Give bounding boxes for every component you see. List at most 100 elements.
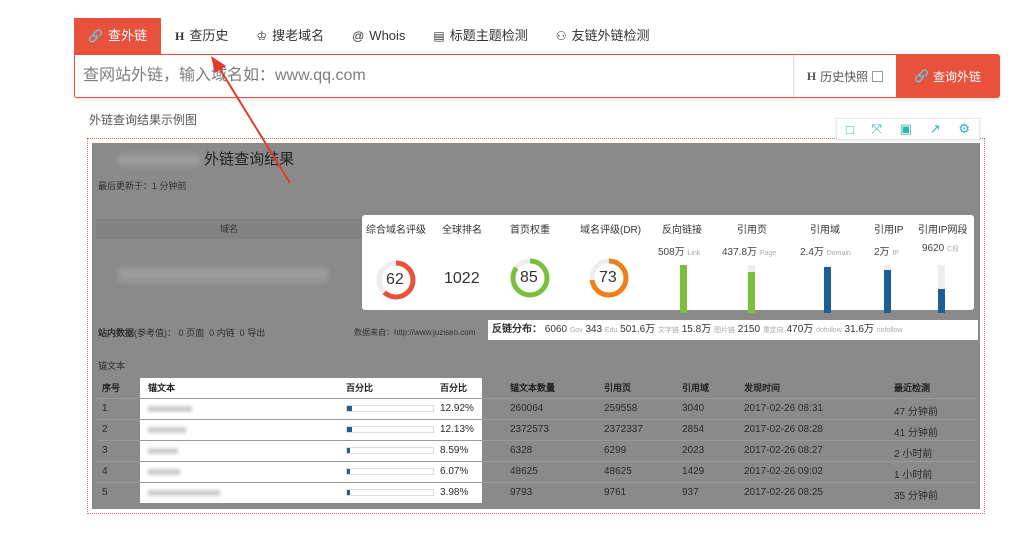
result-title: 外链查询结果 — [118, 148, 294, 169]
metric-bar-fill — [824, 267, 831, 313]
tab-old-domains[interactable]: ♔ 搜老域名 — [242, 18, 338, 54]
search-bar: H 历史快照 🔗 查询外链 — [74, 54, 1000, 98]
history-icon: H — [806, 68, 817, 83]
tab-label: 搜老域名 — [272, 28, 325, 43]
table-cell: 8.59% — [440, 445, 469, 456]
table-cell: 6299 — [604, 445, 627, 456]
percent-bar-fill — [347, 448, 351, 453]
table-cell: 41 分钟前 — [894, 428, 938, 439]
table-cell: 6.07% — [440, 466, 469, 477]
blurred-anchor-text — [148, 427, 186, 433]
percent-bar-fill — [347, 490, 350, 495]
table-cell: 260064 — [510, 403, 544, 414]
blurred-domain — [118, 268, 328, 282]
table-cell: 2017-02-26 08:25 — [744, 487, 823, 498]
percent-bar — [346, 468, 434, 475]
table-cell: 9761 — [604, 487, 627, 498]
column-header: 锚文本数量 — [510, 383, 556, 393]
ref-ips-value: 2万 IP — [874, 247, 899, 258]
table-cell: 2 — [102, 424, 108, 435]
blurred-anchor-text — [148, 490, 220, 496]
search-input[interactable] — [75, 55, 793, 97]
row-divider — [96, 440, 976, 441]
history-snapshot-checkbox[interactable] — [872, 70, 884, 82]
history-snapshot-toggle[interactable]: H 历史快照 — [793, 55, 896, 97]
share-icon[interactable]: ↗ — [930, 121, 941, 137]
column-header: 锚文本 — [148, 383, 176, 393]
column-header: 最近检测 — [894, 383, 931, 393]
distribution-item: 501.6万 文字链 — [620, 324, 679, 335]
metric-bar-fill — [680, 265, 687, 313]
percent-bar-fill — [347, 427, 353, 432]
table-cell: 2017-02-26 09:02 — [744, 466, 823, 477]
distribution-item: 31.6万 nofollow — [844, 324, 903, 335]
row-divider — [96, 419, 976, 420]
metric-bar-fill — [938, 289, 945, 313]
metric-bar-fill — [884, 270, 891, 313]
column-header: 序号 — [102, 383, 121, 393]
distribution-item: 2150 重定向 — [737, 324, 784, 335]
table-cell: 3040 — [682, 403, 705, 414]
blurred-anchor-text — [148, 406, 192, 412]
ref-domains-value: 2.4万 Domain — [800, 247, 851, 258]
percent-bar-fill — [347, 406, 353, 411]
ref-subnets-value: 9620 C段 — [922, 243, 960, 254]
metric-bar — [938, 265, 945, 313]
settings-icon[interactable]: ⚙ — [958, 121, 970, 137]
history-icon: H — [174, 29, 185, 43]
percent-bar — [346, 489, 434, 496]
tab-label: 查外链 — [107, 28, 147, 43]
tab-friend-links[interactable]: ⚇ 友链外链检测 — [542, 18, 664, 54]
percent-bar — [346, 405, 434, 412]
metric-bar — [884, 265, 891, 313]
friend-links-icon: ⚇ — [555, 29, 567, 43]
link-icon: 🔗 — [88, 29, 103, 43]
blurred-anchor-text — [148, 448, 178, 454]
query-backlinks-button[interactable]: 🔗 查询外链 — [896, 55, 999, 97]
table-cell: 2023 — [682, 445, 705, 456]
row-divider — [96, 482, 976, 483]
tab-label: Whois — [369, 28, 406, 43]
column-header: 百分比 — [346, 383, 374, 393]
table-cell: 2372337 — [604, 424, 643, 435]
site-stats: 站内数据(参考值)： 0 页面 0 内链 0 导出 — [98, 328, 266, 338]
table-cell: 1 — [102, 403, 108, 414]
frame-icon[interactable]: □ — [846, 122, 854, 137]
table-cell: 5 — [102, 487, 108, 498]
image-toolbar: □ ⤧ ▣ ↗ ⚙ — [836, 118, 980, 140]
anchor-section-title: 锚文本 — [98, 361, 126, 371]
table-cell: 2 小时前 — [894, 449, 933, 460]
table-cell: 12.13% — [440, 424, 474, 435]
table-cell: 2017-02-26 08:27 — [744, 445, 823, 456]
table-cell: 2372573 — [510, 424, 549, 435]
example-caption: 外链查询结果示例图 — [89, 113, 198, 127]
table-cell: 48625 — [510, 466, 538, 477]
backlink-distribution: 反链分布： 6060 Gov 343 Edu 501.6万 文字链 15.8万 … — [488, 320, 978, 340]
metric-bar — [680, 265, 687, 313]
trophy-icon: ♔ — [256, 29, 268, 43]
dr-value: 73 — [599, 269, 617, 286]
data-source: 数据来自：http://www.juziseo.com — [354, 328, 476, 337]
tab-label: 友链外链检测 — [571, 28, 650, 43]
table-cell: 12.92% — [440, 403, 474, 414]
tab-title-check[interactable]: ▤ 标题主题检测 — [419, 18, 541, 54]
distribution-item: 6060 Gov — [544, 324, 583, 335]
table-cell: 48625 — [604, 466, 632, 477]
table-cell: 3 — [102, 445, 108, 456]
home-weight-value: 85 — [520, 269, 538, 286]
metrics-panel: 综合域名评级 全球排名 首页权重 域名评级(DR) 反向链接 引用页 引用域 引… — [362, 215, 974, 313]
domain-header: 域名 — [96, 219, 362, 239]
tab-whois[interactable]: @ Whois — [338, 18, 419, 54]
distribution-item: 470万 dofollow — [786, 324, 842, 335]
metric-bar — [824, 265, 831, 313]
metric-bar-fill — [748, 272, 755, 313]
tab-history[interactable]: H 查历史 — [161, 18, 242, 54]
table-cell: 9793 — [510, 487, 533, 498]
tab-label: 标题主题检测 — [449, 28, 528, 43]
save-icon[interactable]: ▣ — [900, 121, 912, 137]
table-cell: 2854 — [682, 424, 705, 435]
tab-backlinks[interactable]: 🔗 查外链 — [74, 18, 161, 54]
table-cell: 4 — [102, 466, 108, 477]
history-snapshot-label: 历史快照 — [820, 69, 869, 84]
expand-icon[interactable]: ⤧ — [872, 121, 882, 137]
